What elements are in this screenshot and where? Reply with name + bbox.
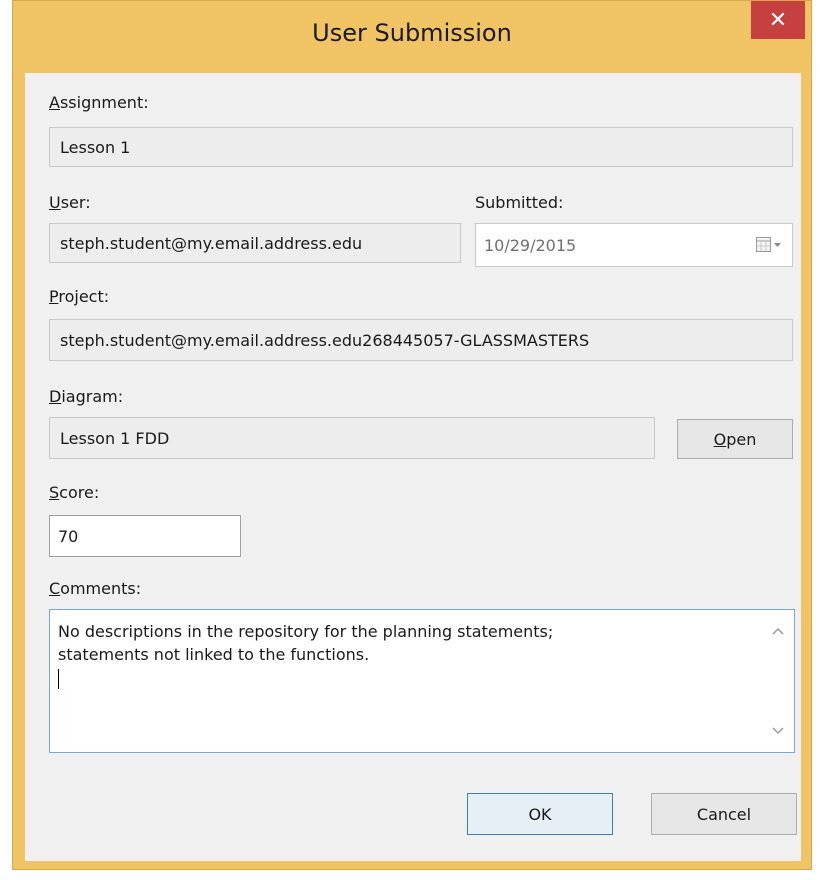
user-field: steph.student@my.email.address.edu [49, 223, 461, 263]
dialog-body: Assignment: Lesson 1 User: steph.student… [25, 73, 801, 861]
submitted-date-picker[interactable]: 10/29/2015 [475, 223, 793, 267]
assignment-field: Lesson 1 [49, 127, 793, 167]
scroll-up-arrow[interactable] [764, 620, 792, 642]
assignment-label: Assignment: [49, 93, 149, 112]
open-button[interactable]: Open [677, 419, 793, 459]
comments-line-1: No descriptions in the repository for th… [58, 622, 554, 641]
scroll-down-arrow[interactable] [764, 720, 792, 742]
user-submission-dialog: User Submission ✕ Assignment: Lesson 1 U… [12, 0, 812, 870]
submitted-date-value: 10/29/2015 [484, 235, 577, 255]
comments-scrollbar[interactable] [764, 612, 792, 750]
submitted-label: Submitted: [475, 193, 564, 212]
comments-textarea[interactable]: No descriptions in the repository for th… [49, 609, 795, 753]
comments-label: Comments: [49, 579, 142, 598]
dialog-title: User Submission [312, 19, 512, 47]
diagram-field: Lesson 1 FDD [49, 417, 655, 459]
text-caret [58, 668, 59, 689]
title-bar[interactable]: User Submission ✕ [13, 1, 811, 73]
chevron-down-icon [772, 727, 784, 735]
close-button[interactable]: ✕ [751, 1, 805, 39]
project-field: steph.student@my.email.address.edu268445… [49, 319, 793, 361]
chevron-up-icon [772, 627, 784, 635]
score-label: Score: [49, 483, 100, 502]
cancel-button[interactable]: Cancel [651, 793, 797, 835]
comments-line-2: statements not linked to the functions. [58, 645, 370, 664]
ok-button[interactable]: OK [467, 793, 613, 835]
user-label: User: [49, 193, 91, 212]
project-label: Project: [49, 287, 110, 306]
close-icon: ✕ [768, 7, 788, 33]
calendar-icon[interactable] [756, 237, 782, 253]
score-input[interactable]: 70 [49, 515, 241, 557]
diagram-label: Diagram: [49, 387, 124, 406]
